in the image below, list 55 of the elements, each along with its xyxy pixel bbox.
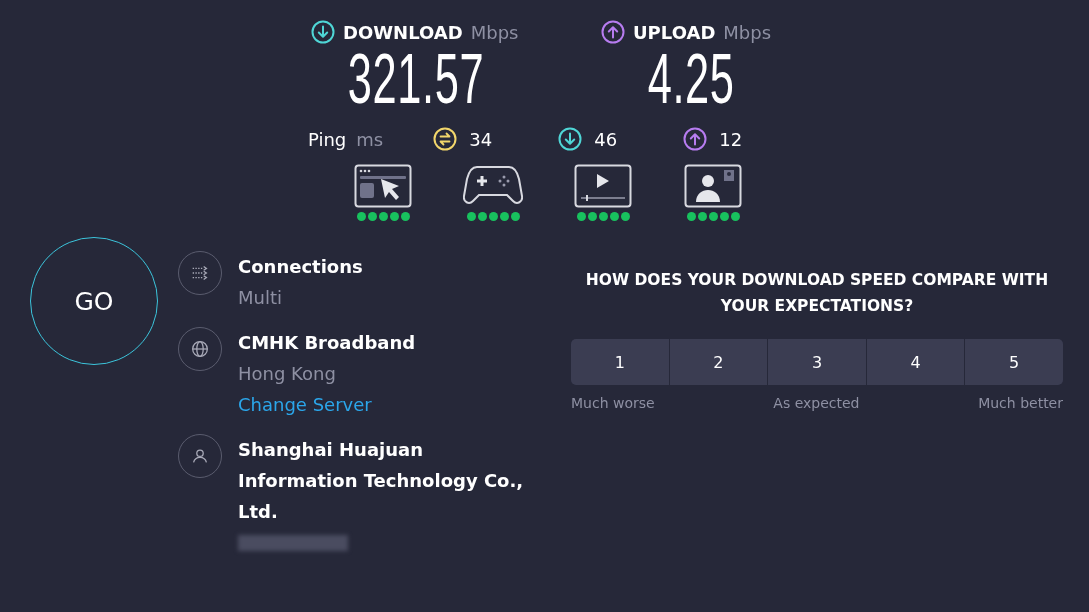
quality-dot [488, 212, 498, 221]
quality-dot [598, 212, 608, 221]
quality-dot [499, 212, 509, 221]
metric-unit: Mbps [470, 21, 519, 43]
quality-dot [620, 212, 630, 221]
info-subtitle: Hong Kong [238, 362, 337, 386]
quality-dot [356, 212, 366, 221]
rating-option[interactable]: 3 [768, 339, 866, 385]
quality-dot [367, 212, 377, 221]
latency-value: 46 [594, 128, 618, 150]
change-server-link[interactable]: Change Server [238, 389, 372, 420]
quality-dot [587, 212, 597, 221]
download-icon [311, 20, 335, 44]
speed-value: 4.25 [647, 44, 735, 114]
latency-value: 34 [469, 128, 493, 150]
quality-dot [389, 212, 399, 221]
quality-dot [719, 212, 729, 221]
scale-label: Much better [978, 395, 1063, 411]
rating-option[interactable]: 1 [571, 339, 669, 385]
idle-latency-icon [433, 127, 458, 151]
info-title: Shanghai Huajuan Information Technology Co., Ltd. [238, 438, 525, 524]
metric-label: DOWNLOAD [343, 21, 463, 43]
speed-value: 321.57 [347, 44, 485, 114]
quality-dot [609, 212, 619, 221]
rating-option[interactable]: 2 [669, 339, 768, 385]
browser-cursor-icon [354, 164, 412, 208]
upload-latency-icon [683, 127, 708, 151]
scale-label: As expected [773, 395, 860, 411]
metric-unit: Mbps [723, 21, 772, 43]
rating-option[interactable]: 5 [965, 339, 1063, 385]
ping-label: Ping [308, 128, 347, 150]
quality-dot [400, 212, 410, 221]
info-title: Connections [238, 255, 364, 279]
info-title: CMHK Broadband [238, 331, 417, 355]
quality-dot [378, 212, 388, 221]
quality-dot [708, 212, 718, 221]
go-button[interactable]: GO [30, 237, 158, 365]
quality-dot [466, 212, 476, 221]
quality-dot [510, 212, 520, 221]
video-player-icon [574, 164, 632, 208]
quality-dot [576, 212, 586, 221]
video-call-icon [684, 164, 742, 208]
quality-dot [686, 212, 696, 221]
latency-value: 12 [719, 128, 743, 150]
ping-unit: ms [356, 128, 384, 150]
rating-option[interactable]: 4 [866, 339, 965, 385]
quality-dot [697, 212, 707, 221]
survey-question: HOW DOES YOUR DOWNLOAD SPEED COMPARE WITH YOUR EXPECTATIONS? [584, 270, 1050, 317]
scale-label: Much worse [571, 395, 655, 411]
download-latency-icon [558, 127, 583, 151]
metric-label: UPLOAD [633, 21, 716, 43]
upload-icon [601, 20, 625, 44]
quality-dot [477, 212, 487, 221]
quality-dot [730, 212, 740, 221]
info-subtitle: Multi [238, 286, 283, 310]
